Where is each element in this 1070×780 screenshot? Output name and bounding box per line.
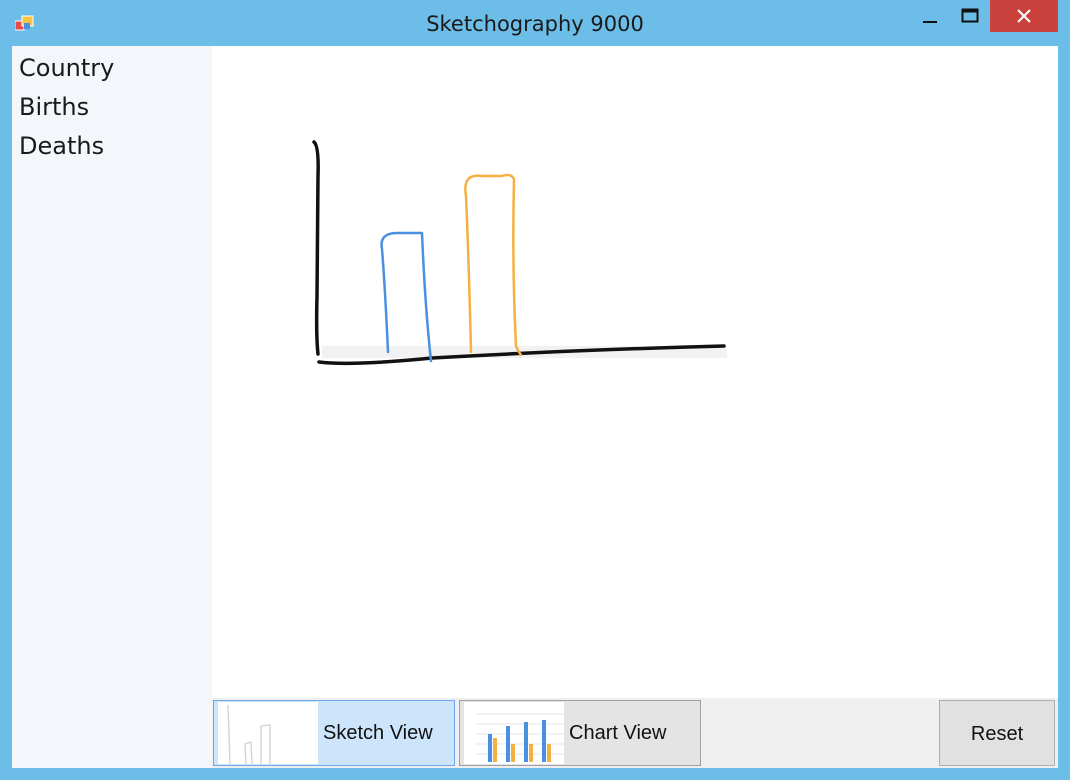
sketch-bar-orange [464, 173, 523, 357]
sketch-y-axis [312, 140, 320, 356]
client-area: Country Births Deaths Sketch View Chart … [12, 46, 1058, 768]
sketch-thumb-icon [227, 704, 271, 765]
field-country[interactable]: Country [12, 46, 212, 85]
close-icon [1017, 9, 1031, 23]
window-title: Sketchography 9000 [426, 12, 644, 36]
view-toolbar: Sketch View Chart View Reset [212, 698, 1058, 768]
sketch-thumbnail [218, 702, 318, 765]
field-births[interactable]: Births [12, 85, 212, 124]
chart-view-button[interactable]: Chart View [459, 700, 701, 766]
sketch-view-label: Sketch View [323, 721, 433, 744]
reset-button[interactable]: Reset [939, 700, 1055, 766]
chart-thumbnail [464, 702, 564, 764]
maximize-button[interactable] [955, 0, 985, 32]
maximize-icon [961, 8, 979, 23]
chart-view-label: Chart View [569, 721, 667, 744]
field-deaths[interactable]: Deaths [12, 124, 212, 163]
sketch-view-button[interactable]: Sketch View [213, 700, 455, 766]
title-bar[interactable]: Sketchography 9000 [0, 0, 1070, 46]
minimize-icon [923, 21, 937, 23]
sketch-drawing [312, 140, 727, 366]
sketch-canvas[interactable] [212, 46, 1058, 698]
minimize-button[interactable] [915, 0, 945, 32]
sketch-bar-blue [380, 231, 433, 363]
chart-thumb-icon [476, 713, 564, 762]
field-list: Country Births Deaths [12, 46, 212, 768]
close-button[interactable] [990, 0, 1058, 32]
app-window: Sketchography 9000 Country Births Deaths [0, 0, 1070, 780]
